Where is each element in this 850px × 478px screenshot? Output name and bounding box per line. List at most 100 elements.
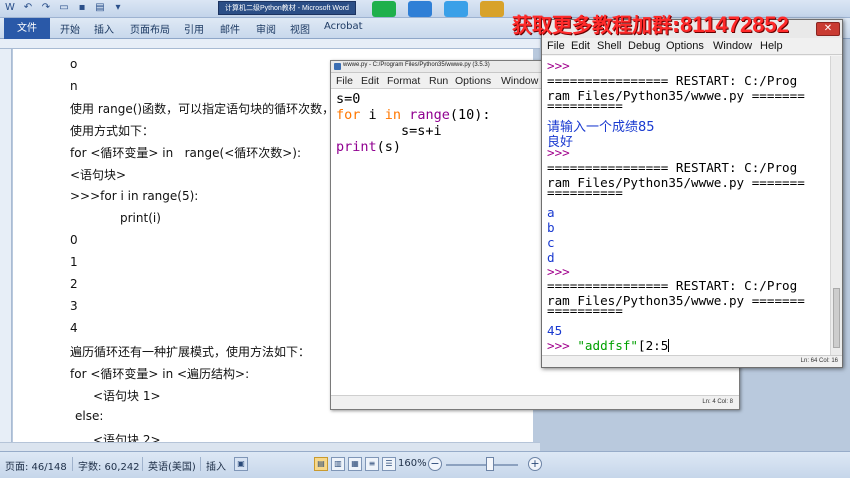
shell-scroll-thumb[interactable]: [833, 288, 840, 348]
zoom-slider[interactable]: [446, 464, 518, 466]
keyword-token: for: [336, 107, 361, 123]
shell-menu-debug[interactable]: Debug: [628, 40, 660, 52]
editor-menu-options[interactable]: Options: [455, 75, 491, 87]
shell-output: 45: [547, 323, 563, 338]
doc-line: 使用 range()函数，可以指定语句块的循环次数，: [70, 102, 335, 116]
green-app-icon[interactable]: [372, 1, 396, 17]
quick-access-toolbar: W ↶ ↷ ▭ ▪ ▤ ▾: [4, 2, 124, 14]
shell-menu-edit[interactable]: Edit: [571, 40, 590, 52]
vertical-ruler[interactable]: [0, 49, 12, 451]
shell-menu-file[interactable]: File: [547, 40, 565, 52]
code-text: i: [360, 107, 385, 123]
close-icon[interactable]: ✕: [816, 22, 840, 36]
tab-view[interactable]: 视图: [290, 21, 310, 36]
shell-output-area[interactable]: >>> ================ RESTART: C:/Prog ra…: [542, 56, 830, 355]
code-line: s=0: [336, 91, 360, 107]
new-doc-icon[interactable]: ▭: [58, 2, 70, 14]
full-screen-reading-icon[interactable]: ▥: [331, 457, 345, 471]
shell-output: a: [547, 205, 555, 220]
blue-app-icon[interactable]: [408, 1, 432, 17]
editor-menu-format[interactable]: Format: [387, 75, 420, 87]
tab-references[interactable]: 引用: [184, 21, 204, 36]
text-cursor: [668, 339, 670, 352]
doc-line: 使用方式如下：: [70, 124, 155, 138]
word-app-icon[interactable]: W: [4, 2, 16, 14]
save-icon[interactable]: ▪: [76, 2, 88, 14]
tab-file[interactable]: 文件: [4, 18, 50, 39]
zoom-in-icon[interactable]: +: [528, 457, 542, 471]
zoom-level[interactable]: 160%: [398, 458, 427, 469]
shell-menu-options[interactable]: Options: [666, 40, 704, 52]
doc-line: <语句块 1>: [93, 389, 161, 403]
tab-acrobat[interactable]: Acrobat: [324, 21, 363, 32]
word-count[interactable]: 字数: 60,242: [78, 458, 140, 473]
horizontal-ruler[interactable]: [0, 39, 540, 49]
doc-line: 4: [70, 321, 78, 335]
print-layout-view-icon[interactable]: ▤: [314, 457, 328, 471]
editor-menu-edit[interactable]: Edit: [361, 75, 379, 87]
word-window-title: 计算机二级Python教材 - Microsoft Word: [218, 1, 356, 15]
shell-vertical-scrollbar[interactable]: [830, 56, 842, 355]
editor-menu-run[interactable]: Run: [429, 75, 448, 87]
undo-icon[interactable]: ↶: [22, 2, 34, 14]
code-line: s=s+i: [336, 123, 442, 139]
code-line: for i in range(10):: [336, 107, 490, 123]
python-shell-window[interactable]: File Edit Shell Debug Options Window Hel…: [541, 19, 843, 368]
shell-menu-window[interactable]: Window: [713, 40, 752, 52]
macro-record-icon[interactable]: ▣: [234, 457, 248, 471]
tab-insert[interactable]: 插入: [94, 21, 114, 36]
doc-line: print(i): [120, 211, 161, 225]
tab-page-layout[interactable]: 页面布局: [130, 21, 170, 36]
blue-app-icon[interactable]: [444, 1, 468, 17]
code-text: (10):: [449, 107, 491, 123]
doc-line: <语句块>: [70, 168, 127, 182]
yellow-app-icon[interactable]: [480, 1, 504, 17]
shell-prompt: >>>: [547, 145, 570, 160]
tab-review[interactable]: 审阅: [256, 21, 276, 36]
doc-line: n: [70, 79, 78, 93]
web-layout-icon[interactable]: ▦: [348, 457, 362, 471]
customize-qat-icon[interactable]: ▾: [112, 2, 124, 14]
shell-prompt: >>>: [547, 338, 578, 353]
insert-mode[interactable]: 插入: [206, 458, 226, 473]
promo-text: 获取更多教程加群:: [512, 13, 680, 37]
builtin-token: range: [409, 107, 450, 123]
promo-banner: 获取更多教程加群:811472852: [512, 9, 789, 38]
shell-input-line[interactable]: >>> "addfsf"[2:5: [547, 338, 670, 353]
doc-line: o: [70, 57, 78, 71]
doc-line: 1: [70, 255, 78, 269]
zoom-out-icon[interactable]: −: [428, 457, 442, 471]
horizontal-scrollbar[interactable]: [0, 442, 540, 451]
page-indicator[interactable]: 页面: 46/148: [5, 458, 67, 473]
editor-menu-file[interactable]: File: [336, 75, 353, 87]
doc-line: else:: [75, 409, 104, 423]
shell-output: b: [547, 220, 555, 235]
doc-line: 0: [70, 233, 78, 247]
shell-menu-shell[interactable]: Shell: [597, 40, 621, 52]
doc-line: 3: [70, 299, 78, 313]
keyword-token: in: [384, 107, 402, 123]
restart-line: ==========: [547, 185, 623, 200]
overlay-toolbar: [372, 0, 504, 18]
zoom-slider-thumb[interactable]: [486, 457, 494, 471]
tab-mailings[interactable]: 邮件: [220, 21, 240, 36]
redo-icon[interactable]: ↷: [40, 2, 52, 14]
print-icon[interactable]: ▤: [94, 2, 106, 14]
restart-line: ==========: [547, 303, 623, 318]
word-statusbar: 页面: 46/148 字数: 60,242 英语(美国) 插入 ▣ ▤ ▥ ▦ …: [0, 451, 850, 478]
status-divider: [200, 457, 201, 471]
draft-view-icon[interactable]: ☰: [382, 457, 396, 471]
tab-home[interactable]: 开始: [60, 21, 80, 36]
doc-line: for <循环变量> in range(<循环次数>):: [70, 146, 302, 160]
promo-number: 811472852: [680, 12, 789, 37]
editor-statusbar: Ln: 4 Col: 8: [331, 395, 739, 409]
shell-line-col: Ln: 64 Col: 16: [800, 358, 838, 364]
editor-menu-window[interactable]: Window: [501, 75, 538, 87]
shell-menu-help[interactable]: Help: [760, 40, 783, 52]
language-indicator[interactable]: 英语(美国): [148, 458, 196, 473]
editor-line-col: Ln: 4 Col: 8: [702, 399, 733, 405]
builtin-token: print: [336, 139, 377, 155]
shell-prompt: >>>: [547, 58, 570, 73]
outline-view-icon[interactable]: ≡: [365, 457, 379, 471]
